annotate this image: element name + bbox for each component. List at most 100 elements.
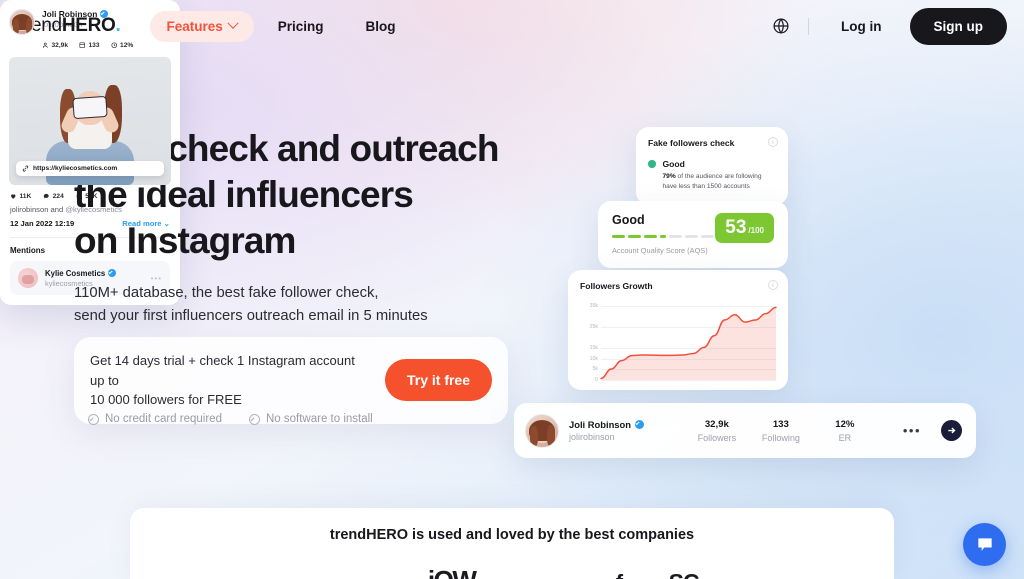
bar-stat-following: 133 Following xyxy=(749,419,813,443)
nav-item-blog[interactable]: Blog xyxy=(348,11,414,42)
more-dots-icon[interactable]: ••• xyxy=(903,423,921,438)
avatar xyxy=(9,9,35,35)
hero-line-3: on Instagram xyxy=(74,219,296,261)
arrow-right-icon[interactable] xyxy=(941,420,962,441)
followers-growth-card: Followers Growth i 0 5k 10k 15k 25k 35k xyxy=(568,270,788,390)
trust-badges: No credit card required No software to i… xyxy=(88,413,373,425)
status-dot-icon xyxy=(648,160,656,168)
companies-title: trendHERO is used and loved by the best … xyxy=(329,527,695,543)
chart-series-followers xyxy=(600,306,777,380)
bar-profile-name-row: Joli Robinson xyxy=(569,419,644,430)
aqs-score-denominator: /100 xyxy=(748,226,764,235)
bar-stat-er-label: ER xyxy=(838,432,852,443)
aqs-segment xyxy=(644,235,657,238)
followers-growth-chart: 0 5k 10k 15k 25k 35k xyxy=(580,300,777,383)
stat-likes: 11K xyxy=(10,193,31,200)
aqs-label: Account Quality Score (AQS) xyxy=(612,246,708,255)
bar-stat-following-label: Following xyxy=(761,432,800,443)
company-logo-f: f xyxy=(616,570,623,579)
bar-stat-followers-label: Followers xyxy=(697,432,737,443)
chart-y-tick: 35k xyxy=(589,303,598,310)
globe-icon[interactable] xyxy=(772,17,790,35)
bar-stat-followers-value: 32,9k xyxy=(704,418,729,430)
trial-cta-card: Get 14 days trial + check 1 Instagram ac… xyxy=(74,337,508,424)
header-divider xyxy=(808,17,809,35)
chart-y-tick: 5k xyxy=(592,366,598,373)
header-actions: Log in Sign up xyxy=(772,7,1007,45)
trial-cta-line-1: Get 14 days trial + check 1 Instagram ac… xyxy=(90,353,355,388)
bar-stat-er: 12% ER xyxy=(813,419,877,443)
stat-comments: 224 xyxy=(43,193,64,200)
chat-bubble-icon xyxy=(977,537,992,551)
company-logo-arena: arena xyxy=(521,573,570,579)
bar-stat-followers: 32,9k Followers xyxy=(685,419,749,443)
post-photo: https://kyliecosmetics.com xyxy=(9,57,171,185)
chart-y-tick: 10k xyxy=(589,355,598,362)
post-link-pill[interactable]: https://kyliecosmetics.com xyxy=(16,161,164,176)
aqs-segment xyxy=(701,235,714,238)
company-logo-sc: SC xyxy=(669,569,700,579)
post-link-text: https://kyliecosmetics.com xyxy=(33,165,118,172)
trial-cta-text: Get 14 days trial + check 1 Instagram ac… xyxy=(90,351,371,410)
chart-y-axis: 0 5k 10k 15k 25k 35k xyxy=(580,300,600,383)
logo-dot: . xyxy=(115,15,121,36)
aqs-segment xyxy=(660,235,666,238)
avatar xyxy=(18,268,38,288)
fake-followers-status: Good xyxy=(662,159,685,169)
bar-profile-name: Joli Robinson xyxy=(569,419,631,430)
aqs-segment xyxy=(628,235,641,238)
chart-gridline xyxy=(601,380,776,381)
try-it-free-button[interactable]: Try it free xyxy=(384,359,492,402)
account-quality-score-card: Good Account Quality Score (AQS) 53 /100 xyxy=(598,201,788,268)
check-circle-icon xyxy=(88,413,99,425)
fake-followers-percent: 79% xyxy=(662,173,676,180)
chart-plot-area xyxy=(600,300,777,381)
aqs-segment xyxy=(612,235,625,238)
nav-item-pricing[interactable]: Pricing xyxy=(260,11,342,42)
fake-followers-title: Fake followers check xyxy=(648,138,735,148)
hero-subtitle: 110M+ database, the best fake follower c… xyxy=(74,282,554,328)
aqs-progress-bar xyxy=(612,235,714,238)
landing-page: trendHERO. Features Pricing Blog Log in … xyxy=(0,0,1024,579)
aqs-segment xyxy=(669,235,682,238)
aqs-segment xyxy=(685,235,698,238)
badge-no-credit-card-label: No credit card required xyxy=(105,413,222,425)
company-logos: HUNTER iQW arena f SC xyxy=(130,565,894,579)
nav-item-features[interactable]: Features xyxy=(149,10,254,42)
trial-cta-line-2: 10 000 followers for FREE xyxy=(90,392,242,407)
hero-subtitle-line-2: send your first influencers outreach ema… xyxy=(74,307,428,324)
bar-profile-handle: jolirobinson xyxy=(569,432,615,442)
aqs-score-value: 53 xyxy=(725,217,747,238)
link-icon xyxy=(22,165,29,172)
info-icon[interactable]: i xyxy=(768,137,778,147)
comment-icon xyxy=(44,194,49,199)
bar-stat-er-value: 12% xyxy=(835,418,855,430)
login-button[interactable]: Log in xyxy=(827,13,896,40)
badge-no-software-label: No software to install xyxy=(265,413,373,425)
fake-followers-status-row: Good 79% of the audience are following h… xyxy=(648,159,776,192)
stat-comments-value: 224 xyxy=(52,193,64,200)
signup-button[interactable]: Sign up xyxy=(909,7,1007,45)
fake-followers-desc-line2: have less than 1500 accounts xyxy=(662,183,750,191)
chart-y-tick: 25k xyxy=(589,324,598,331)
heart-icon xyxy=(11,194,16,199)
chart-y-tick: 15k xyxy=(589,345,598,352)
fake-followers-card: Fake followers check i Good 79% of the a… xyxy=(636,127,788,206)
fake-followers-description: 79% of the audience are following have l… xyxy=(663,172,762,192)
chat-widget-button[interactable] xyxy=(963,523,1006,566)
aqs-score-badge: 53 /100 xyxy=(715,213,774,243)
logo[interactable]: trendHERO. xyxy=(20,15,121,37)
site-header: trendHERO. Features Pricing Blog Log in … xyxy=(0,0,1024,52)
profile-summary-bar: Joli Robinson jolirobinson 32,9k Followe… xyxy=(514,403,976,458)
verified-badge-icon xyxy=(634,420,644,429)
check-circle-icon xyxy=(248,413,260,425)
info-icon[interactable]: i xyxy=(768,280,778,290)
avatar xyxy=(525,413,559,448)
post-caption-user: jolirobinson and xyxy=(10,205,66,214)
stat-likes-value: 11K xyxy=(19,193,32,200)
badge-no-software: No software to install xyxy=(248,413,373,425)
fake-followers-desc-rest: of the audience are following xyxy=(675,173,762,180)
post-date: 12 Jan 2022 12:19 xyxy=(10,219,75,228)
nav-features-label: Features xyxy=(166,18,223,34)
chart-y-tick: 0 xyxy=(595,377,598,383)
